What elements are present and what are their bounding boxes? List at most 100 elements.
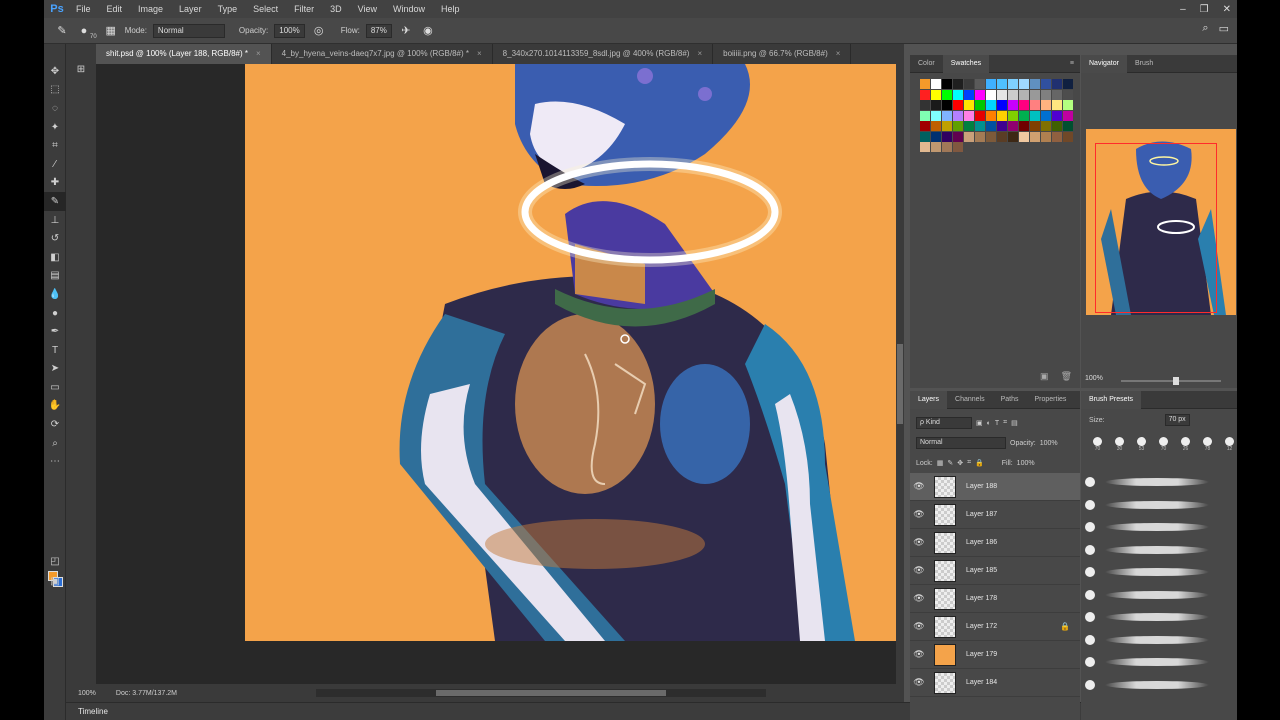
swatch[interactable] bbox=[986, 131, 996, 142]
doc-tab-2[interactable]: 8_340x270.1014113359_8sdl.jpg @ 400% (RG… bbox=[493, 44, 714, 64]
opacity-input[interactable]: 100% bbox=[274, 23, 305, 38]
doc-tab-0[interactable]: shit.psd @ 100% (Layer 188, RGB/8#) * × bbox=[96, 44, 272, 64]
swatch[interactable] bbox=[953, 131, 963, 142]
tab-properties[interactable]: Properties bbox=[1027, 391, 1075, 409]
brush-tip[interactable]: 78 bbox=[1201, 437, 1214, 453]
path-select-tool-icon[interactable]: ➤ bbox=[44, 360, 66, 379]
swatch[interactable] bbox=[920, 142, 930, 152]
swatch[interactable] bbox=[1063, 131, 1073, 142]
swatch[interactable] bbox=[1063, 89, 1073, 100]
swatch[interactable] bbox=[986, 89, 996, 100]
eye-icon[interactable]: 👁 bbox=[910, 649, 928, 660]
swatch[interactable] bbox=[1019, 100, 1029, 110]
blend-mode-select[interactable]: Normal bbox=[916, 437, 1006, 449]
swatch[interactable] bbox=[1008, 89, 1018, 100]
swatch[interactable] bbox=[1052, 79, 1062, 89]
rotate-view-tool-icon[interactable]: ⟳ bbox=[44, 415, 66, 434]
swatch[interactable] bbox=[964, 121, 974, 131]
rectangle-tool-icon[interactable]: ▭ bbox=[44, 378, 66, 397]
tab-paths[interactable]: Paths bbox=[993, 391, 1027, 409]
swatch[interactable] bbox=[1019, 110, 1029, 121]
move-tool-icon[interactable]: ✥ bbox=[44, 62, 66, 81]
swatch[interactable] bbox=[942, 110, 952, 121]
swatch[interactable] bbox=[920, 131, 930, 142]
navigator-preview[interactable] bbox=[1086, 129, 1236, 315]
swatch[interactable] bbox=[920, 79, 930, 89]
minimize-icon[interactable]: – bbox=[1180, 4, 1186, 15]
marquee-tool-icon[interactable]: ⬚ bbox=[44, 81, 66, 100]
swatch[interactable] bbox=[953, 121, 963, 131]
lasso-tool-icon[interactable]: ◌ bbox=[44, 99, 66, 118]
eye-icon[interactable]: 👁 bbox=[910, 621, 928, 632]
swatch[interactable] bbox=[1008, 121, 1018, 131]
artwork-canvas[interactable] bbox=[245, 64, 896, 641]
swatch[interactable] bbox=[1008, 110, 1018, 121]
swatch[interactable] bbox=[931, 89, 941, 100]
menu-item-filter[interactable]: Filter bbox=[286, 0, 322, 18]
swatch[interactable] bbox=[1030, 121, 1040, 131]
tab-brush-presets[interactable]: Brush Presets bbox=[1081, 390, 1141, 409]
menu-item-file[interactable]: File bbox=[68, 0, 99, 18]
brush-panel-toggle-icon[interactable]: ▦ bbox=[103, 23, 119, 39]
tab-navigator[interactable]: Navigator bbox=[1081, 54, 1127, 73]
restore-icon[interactable]: ❐ bbox=[1200, 4, 1209, 15]
eyedropper-tool-icon[interactable]: ⁄ bbox=[44, 155, 66, 174]
screen-mode-icon[interactable]: ▣ bbox=[44, 572, 66, 591]
doc-tab-3[interactable]: boiiiii.png @ 66.7% (RGB/8#) × bbox=[713, 44, 852, 64]
swatch[interactable] bbox=[1052, 100, 1062, 110]
swatch[interactable] bbox=[931, 100, 941, 110]
menu-item-select[interactable]: Select bbox=[245, 0, 286, 18]
swatch[interactable] bbox=[1052, 121, 1062, 131]
airbrush-icon[interactable]: ✈ bbox=[398, 23, 414, 39]
filter-smart-icon[interactable]: ▤ bbox=[1011, 419, 1018, 427]
swatch[interactable] bbox=[964, 110, 974, 121]
lock-artboard-icon[interactable]: ⌗ bbox=[967, 459, 971, 467]
menu-item-view[interactable]: View bbox=[350, 0, 385, 18]
brush-tip[interactable]: 53 bbox=[1135, 437, 1148, 453]
layer-opacity-value[interactable]: 100% bbox=[1040, 440, 1058, 447]
swatch[interactable] bbox=[1063, 121, 1073, 131]
layer-row[interactable]: 👁 Layer 179 bbox=[910, 641, 1080, 669]
zoom-tool-icon[interactable]: ⌕ bbox=[44, 434, 66, 453]
swatch[interactable] bbox=[964, 79, 974, 89]
lock-all-icon[interactable]: 🔒 bbox=[975, 459, 984, 467]
eye-icon[interactable]: 👁 bbox=[910, 481, 928, 492]
layer-row[interactable]: 👁 Layer 188 bbox=[910, 473, 1080, 501]
swatch[interactable] bbox=[1063, 100, 1073, 110]
brush-preset-row[interactable] bbox=[1085, 629, 1225, 652]
close-icon[interactable]: × bbox=[256, 49, 261, 58]
quick-mask-icon[interactable]: ◰ bbox=[44, 552, 66, 571]
close-icon[interactable]: × bbox=[836, 49, 841, 58]
swatch[interactable] bbox=[1063, 79, 1073, 89]
close-icon[interactable]: × bbox=[697, 49, 702, 58]
blur-tool-icon[interactable]: 💧 bbox=[44, 285, 66, 304]
brush-preset-row[interactable] bbox=[1085, 494, 1225, 517]
swatch[interactable] bbox=[920, 100, 930, 110]
swatch[interactable] bbox=[997, 121, 1007, 131]
fill-value[interactable]: 100% bbox=[1017, 460, 1035, 467]
swatch[interactable] bbox=[1052, 131, 1062, 142]
swatch[interactable] bbox=[1041, 121, 1051, 131]
layer-row[interactable]: 👁 Layer 186 bbox=[910, 529, 1080, 557]
navigator-zoom-slider[interactable] bbox=[1121, 377, 1221, 385]
workspace-icon[interactable]: ▭ bbox=[1219, 22, 1229, 35]
layer-row[interactable]: 👁 Layer 187 bbox=[910, 501, 1080, 529]
brush-size-input[interactable]: 70 px bbox=[1164, 414, 1190, 426]
swatch[interactable] bbox=[931, 79, 941, 89]
swatch[interactable] bbox=[1041, 110, 1051, 121]
layer-row[interactable]: 👁 Layer 178 bbox=[910, 585, 1080, 613]
hand-tool-icon[interactable]: ✋ bbox=[44, 397, 66, 416]
swatch[interactable] bbox=[997, 89, 1007, 100]
swatch[interactable] bbox=[931, 110, 941, 121]
clone-stamp-tool-icon[interactable]: ⊥ bbox=[44, 211, 66, 230]
filter-type-icon[interactable]: T bbox=[995, 420, 999, 427]
swatch[interactable] bbox=[1041, 79, 1051, 89]
panel-menu-icon[interactable]: ≡ bbox=[1070, 60, 1074, 67]
zoom-level[interactable]: 100% bbox=[78, 690, 96, 697]
tab-brush[interactable]: Brush bbox=[1127, 55, 1161, 73]
tab-channels[interactable]: Channels bbox=[947, 391, 993, 409]
swatch[interactable] bbox=[1030, 79, 1040, 89]
swatch[interactable] bbox=[942, 89, 952, 100]
swatch[interactable] bbox=[997, 131, 1007, 142]
swatch[interactable] bbox=[953, 79, 963, 89]
